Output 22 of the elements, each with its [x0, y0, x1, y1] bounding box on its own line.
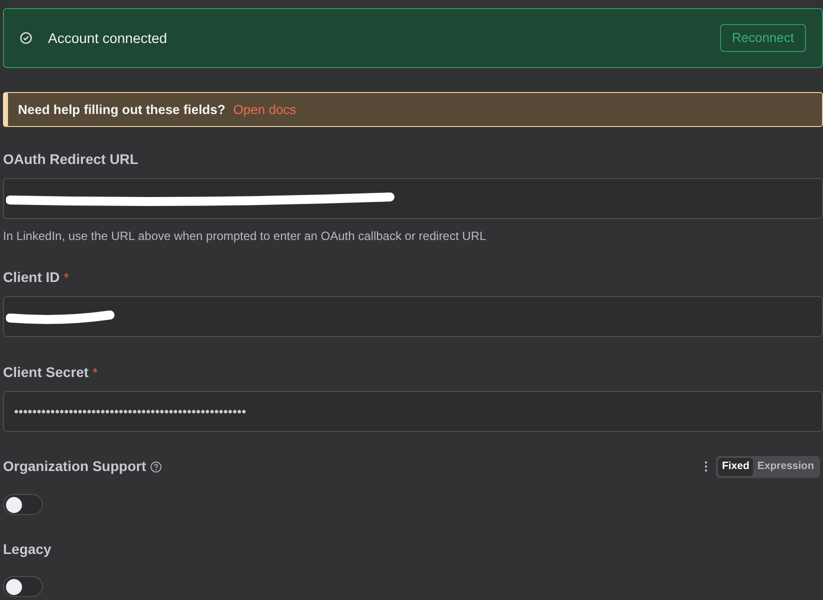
toggle-switch[interactable] [3, 576, 43, 597]
password-field[interactable]: ••••••••••••••••••••••••••••••••••••••••••••••••••• [3, 391, 823, 432]
field-label: Client ID [3, 268, 60, 287]
field-hint: In LinkedIn, use the URL above when prompted to enter an OAuth callback or redirect URL [3, 228, 488, 245]
input-field[interactable] [3, 178, 823, 219]
mode-tab[interactable]: Expression [753, 458, 818, 476]
reconnect-button[interactable]: Reconnect [720, 24, 806, 52]
field-label: Organization Support [3, 457, 146, 476]
help-text: Need help filling out these fields? [18, 100, 226, 119]
help-icon[interactable] [150, 460, 162, 473]
required-mark: * [92, 364, 98, 382]
check-circle-icon [20, 32, 32, 44]
toggle-switch[interactable] [3, 494, 43, 515]
docs-link[interactable]: Open docs [233, 100, 296, 120]
field-label: Client Secret [3, 363, 89, 382]
input-field[interactable] [3, 296, 823, 337]
status-text: Account connected [48, 28, 168, 48]
required-mark: * [64, 268, 69, 287]
mode-tab[interactable]: Fixed [718, 458, 754, 476]
field-label: Legacy [3, 540, 52, 559]
field-label: OAuth Redirect URL [3, 150, 138, 169]
more-options-icon[interactable] [704, 461, 708, 472]
